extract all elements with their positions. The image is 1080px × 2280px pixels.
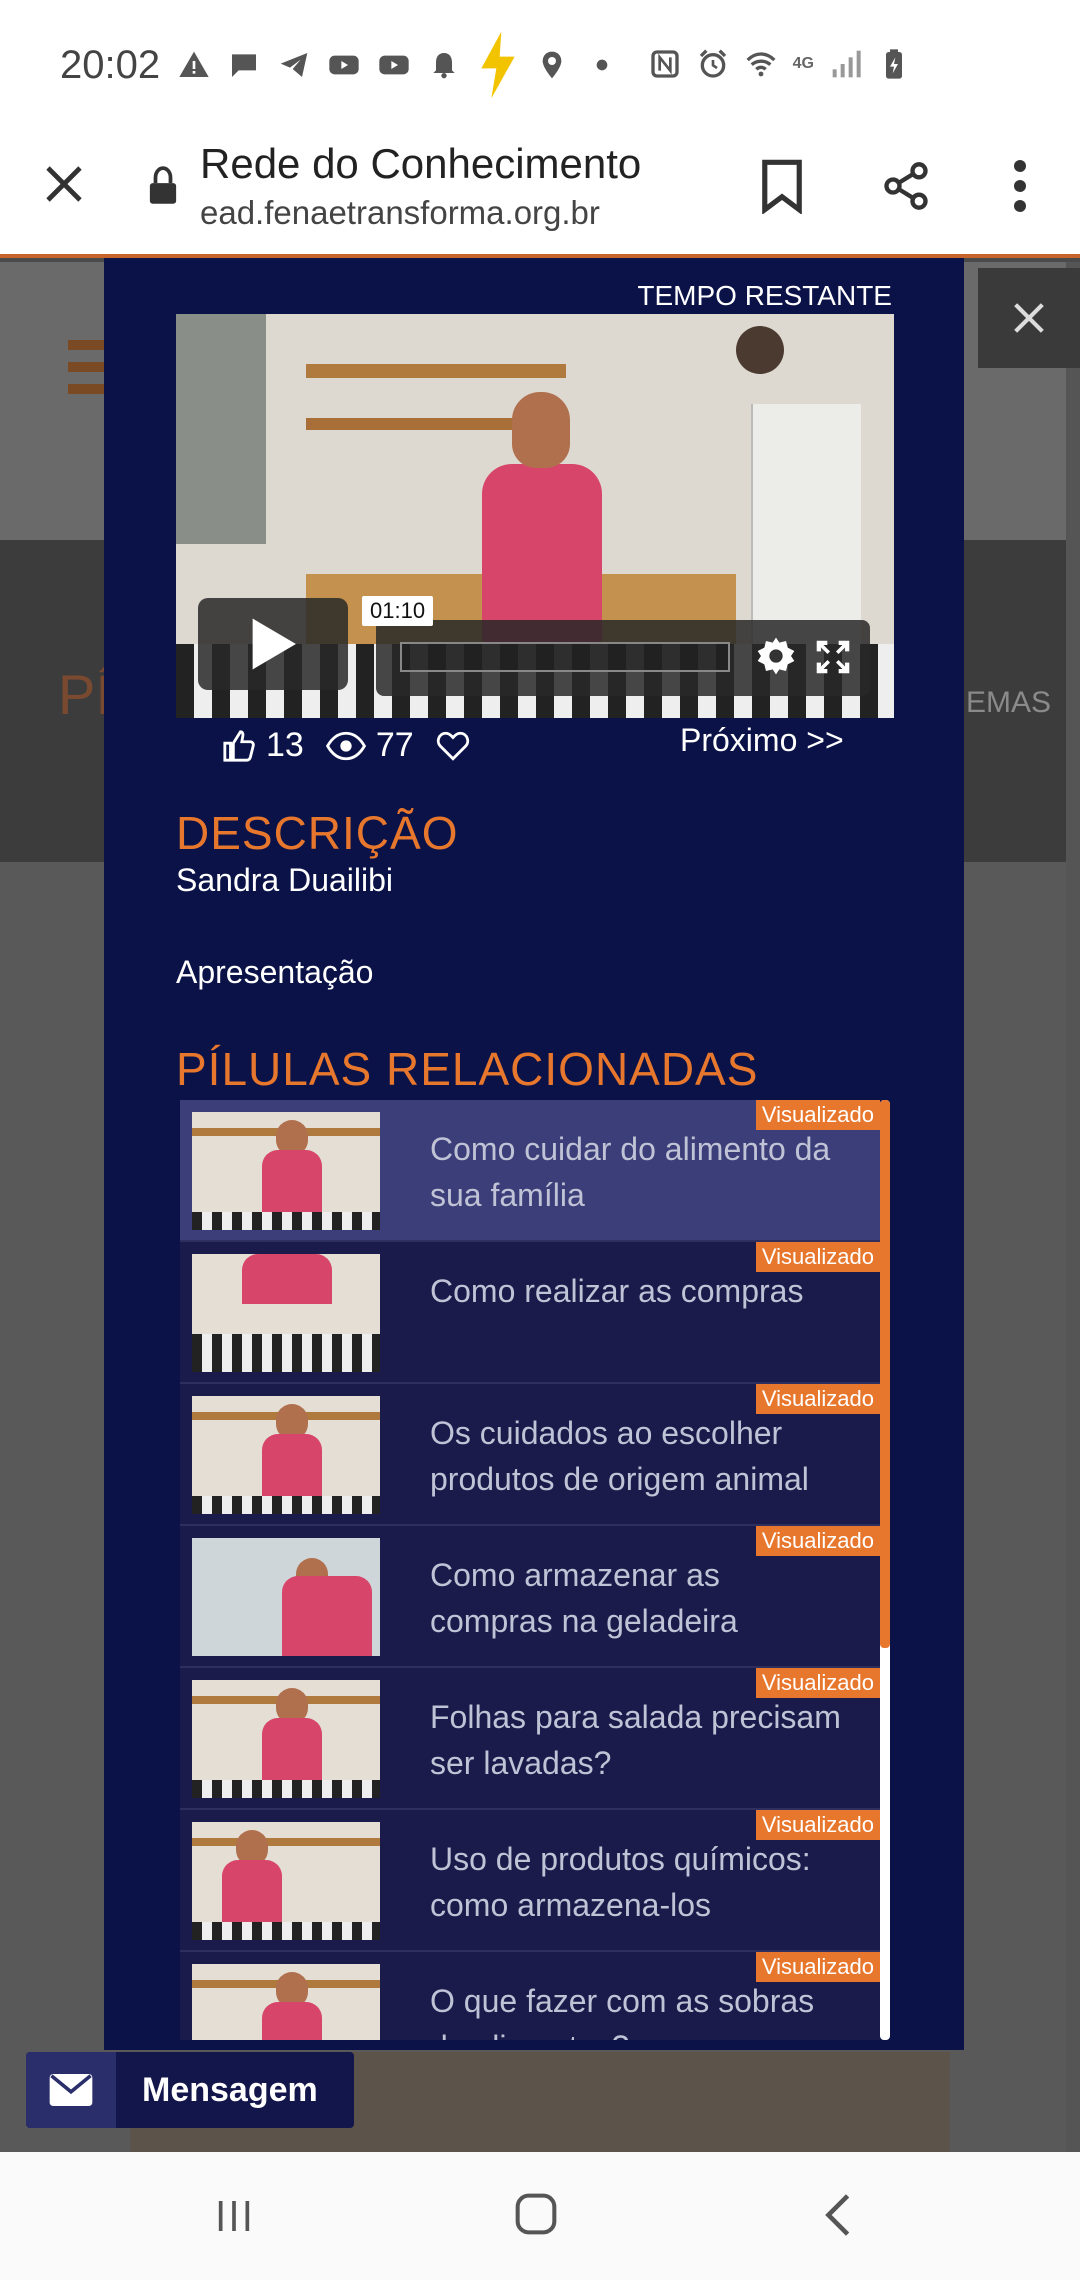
message-label: Mensagem	[142, 2070, 318, 2109]
dot-icon	[596, 59, 608, 71]
list-item[interactable]: Os cuidados ao escolher produtos de orig…	[180, 1384, 880, 1526]
background-nav-text: EMAS	[966, 686, 1052, 719]
message-button[interactable]: Mensagem	[26, 2052, 354, 2128]
close-icon	[1014, 303, 1044, 333]
views-icon	[325, 731, 366, 760]
chat-icon	[232, 54, 257, 77]
viewed-badge: Visualizado	[755, 1668, 880, 1698]
location-icon	[542, 51, 562, 79]
video-window	[176, 314, 266, 544]
warning-icon	[179, 51, 209, 77]
bookmark-icon[interactable]	[760, 158, 804, 214]
viewed-badge: Visualizado	[755, 1526, 880, 1556]
video-stats: 13 77	[222, 726, 480, 765]
fullscreen-icon[interactable]	[816, 640, 850, 674]
lock-icon	[149, 166, 177, 204]
youtube-icon	[379, 55, 409, 75]
related-scrollbar-thumb[interactable]	[880, 1100, 890, 1648]
list-item[interactable]: Uso de produtos químicos: como armazena-…	[180, 1810, 880, 1952]
list-item-title: Os cuidados ao escolher produtos de orig…	[430, 1415, 809, 1497]
status-icons-left	[178, 29, 618, 101]
mail-icon	[49, 2074, 93, 2106]
mail-icon-box	[26, 2052, 116, 2128]
video-thumbnail	[192, 1538, 380, 1656]
home-icon[interactable]	[514, 2192, 558, 2236]
close-tab-icon[interactable]	[40, 160, 88, 208]
background-heading: PÍ	[58, 663, 111, 726]
description-text: Apresentação	[176, 954, 374, 990]
video-presenter-head	[512, 392, 570, 468]
modal-close-button[interactable]	[978, 268, 1080, 368]
viewed-badge: Visualizado	[755, 1384, 880, 1414]
status-bar: 20:02 4G	[0, 0, 1080, 130]
youtube-icon	[329, 55, 359, 75]
next-video-link[interactable]: Próximo >>	[680, 722, 844, 759]
view-count: 77	[375, 726, 414, 764]
video-thumbnail	[192, 1254, 380, 1372]
page-title: Rede do Conhecimento	[200, 140, 642, 187]
list-item-title: Como cuidar do alimento da sua família	[430, 1131, 831, 1213]
recent-apps-icon[interactable]	[212, 2196, 256, 2236]
bolt-icon	[481, 31, 515, 99]
status-icons-right: 4G	[649, 48, 910, 80]
page-url[interactable]: ead.fenaetransforma.org.br	[200, 194, 600, 232]
video-clock	[736, 326, 784, 374]
network-type: 4G	[792, 55, 814, 72]
video-thumbnail	[192, 1396, 380, 1514]
video-thumbnail	[192, 1822, 380, 1940]
menu-icon	[68, 340, 106, 396]
share-icon[interactable]	[880, 158, 932, 214]
play-button[interactable]	[198, 598, 348, 690]
favorite-heart-icon[interactable]	[436, 729, 470, 763]
background-scrollbar	[1066, 262, 1080, 2152]
browser-toolbar: Rede do Conhecimento ead.fenaetransforma…	[0, 130, 1080, 258]
video-time-tooltip: 01:10	[362, 596, 434, 626]
signal-icon	[832, 50, 861, 78]
play-icon	[252, 618, 296, 670]
bell-icon	[433, 53, 455, 79]
list-item[interactable]: Folhas para salada precisam ser lavadas?…	[180, 1668, 880, 1810]
like-count: 13	[266, 726, 304, 764]
wifi-icon	[746, 52, 776, 77]
battery-icon	[886, 49, 902, 79]
video-progress-bar[interactable]	[400, 642, 730, 672]
video-thumbnail	[192, 1680, 380, 1798]
back-icon[interactable]	[820, 2192, 856, 2238]
video-presenter	[482, 464, 602, 644]
telegram-icon	[280, 53, 308, 77]
list-item[interactable]: Como armazenar as compras na geladeira V…	[180, 1526, 880, 1668]
description-author: Sandra Duailibi	[176, 862, 394, 898]
more-options-icon[interactable]	[1000, 156, 1040, 216]
related-heading: PÍLULAS RELACIONADAS	[176, 1043, 759, 1095]
time-remaining-label: TEMPO RESTANTE	[637, 280, 892, 311]
list-item[interactable]: O que fazer com as sobras de alimentos? …	[180, 1952, 880, 2040]
nfc-icon	[650, 50, 679, 78]
viewed-badge: Visualizado	[755, 1952, 880, 1982]
description-heading: DESCRIÇÃO	[176, 807, 459, 859]
video-thumbnail	[192, 1964, 380, 2040]
list-item-title: Como armazenar as compras na geladeira	[430, 1557, 738, 1639]
list-item-title: Como realizar as compras	[430, 1273, 804, 1309]
viewed-badge: Visualizado	[755, 1100, 880, 1130]
list-item[interactable]: Como cuidar do alimento da sua família V…	[180, 1100, 880, 1242]
like-icon[interactable]	[222, 729, 256, 763]
list-item-title: O que fazer com as sobras de alimentos?	[430, 1983, 815, 2040]
navigation-bar	[0, 2152, 1080, 2280]
viewed-badge: Visualizado	[755, 1242, 880, 1272]
video-shelf	[306, 364, 566, 378]
status-time: 20:02	[60, 42, 161, 87]
video-player[interactable]: 01:10	[176, 314, 894, 718]
list-item-title: Uso de produtos químicos: como armazena-…	[430, 1841, 811, 1923]
settings-icon[interactable]	[756, 636, 796, 676]
list-item-title: Folhas para salada precisam ser lavadas?	[430, 1699, 841, 1781]
related-list: Como cuidar do alimento da sua família V…	[180, 1100, 886, 2040]
viewed-badge: Visualizado	[755, 1810, 880, 1840]
video-thumbnail	[192, 1112, 380, 1230]
alarm-icon	[699, 49, 726, 78]
list-item[interactable]: Como realizar as compras Visualizado	[180, 1242, 880, 1384]
video-modal: TEMPO RESTANTE 01:10 13 77 Próximo >> DE…	[104, 258, 964, 2050]
